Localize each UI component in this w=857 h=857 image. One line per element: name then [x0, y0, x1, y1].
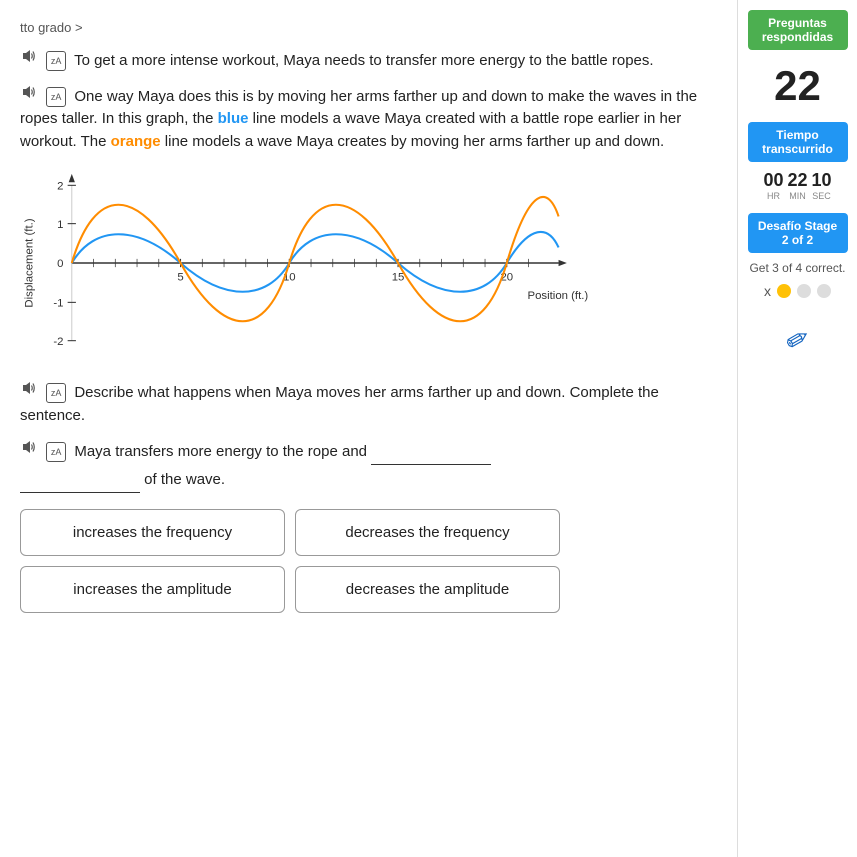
svg-text:Position (ft.): Position (ft.): [528, 290, 589, 302]
timer-min: 22 MIN: [787, 170, 807, 201]
svg-text:2: 2: [57, 180, 63, 192]
blank-answer-1: [371, 437, 491, 465]
timer-sec: 10 SEC: [812, 170, 832, 201]
option-increases-frequency[interactable]: increases the frequency: [20, 509, 285, 556]
svg-text:-2: -2: [53, 336, 63, 348]
preguntas-badge: Preguntas respondidas: [748, 10, 848, 50]
p3-text: Describe what happens when Maya moves he…: [20, 384, 659, 424]
svg-text:15: 15: [392, 272, 405, 284]
translate-icon-1: zA: [46, 51, 66, 71]
dot-empty-2: [817, 284, 831, 298]
dot-filled: [777, 284, 791, 298]
option-decreases-amplitude[interactable]: decreases the amplitude: [295, 566, 560, 613]
p2-end: line models a wave Maya creates by movin…: [161, 133, 665, 150]
timer-hr: 00 HR: [763, 170, 783, 201]
option-decreases-frequency[interactable]: decreases the frequency: [295, 509, 560, 556]
graph-container: Displacement (ft.) 2 1 0 -1 -2 5: [20, 163, 600, 363]
speaker-icon-4: [20, 438, 38, 456]
pencil-icon: ✏: [779, 319, 816, 359]
svg-text:5: 5: [177, 272, 183, 284]
desafio-badge: Desafío Stage 2 of 2: [748, 213, 848, 253]
paragraph-3: zA Describe what happens when Maya moves…: [20, 379, 717, 427]
paragraph-1-text: To get a more intense workout, Maya need…: [74, 52, 653, 69]
tiempo-badge: Tiempo transcurrido: [748, 122, 848, 162]
timer-row: 00 HR 22 MIN 10 SEC: [763, 170, 831, 201]
options-grid: increases the frequency decreases the fr…: [20, 509, 560, 613]
translate-icon-4: zA: [46, 442, 66, 462]
blank-answer-2: [20, 465, 140, 493]
get-correct: Get 3 of 4 correct.: [749, 261, 845, 275]
speaker-icon-1: [20, 47, 38, 65]
paragraph-2: zA One way Maya does this is by moving h…: [20, 83, 717, 154]
breadcrumb: tto grado >: [20, 20, 717, 35]
option-increases-amplitude[interactable]: increases the amplitude: [20, 566, 285, 613]
dot-x: x: [764, 283, 771, 299]
svg-text:-1: -1: [53, 298, 63, 310]
p2-orange: orange: [111, 133, 161, 150]
score-number: 22: [774, 62, 821, 110]
content-area: tto grado > zA To get a more intense wor…: [0, 0, 737, 857]
p4-end: of the wave.: [144, 471, 225, 488]
translate-icon-2: zA: [46, 87, 66, 107]
p4-start: Maya transfers more energy to the rope a…: [74, 443, 367, 460]
dot-empty-1: [797, 284, 811, 298]
p2-blue: blue: [218, 110, 249, 127]
translate-icon-3: zA: [46, 383, 66, 403]
breadcrumb-text: tto grado: [20, 20, 71, 35]
main-container: tto grado > zA To get a more intense wor…: [0, 0, 857, 857]
svg-text:1: 1: [57, 219, 63, 231]
speaker-icon-2: [20, 83, 38, 101]
svg-text:0: 0: [57, 258, 63, 270]
fill-blank-section: zA Maya transfers more energy to the rop…: [20, 437, 717, 493]
paragraph-1: zA To get a more intense workout, Maya n…: [20, 47, 717, 73]
y-axis-label: Displacement (ft.): [23, 218, 35, 307]
dot-row: x: [764, 283, 831, 299]
sidebar: Preguntas respondidas 22 Tiempo transcur…: [737, 0, 857, 857]
speaker-icon-3: [20, 379, 38, 397]
